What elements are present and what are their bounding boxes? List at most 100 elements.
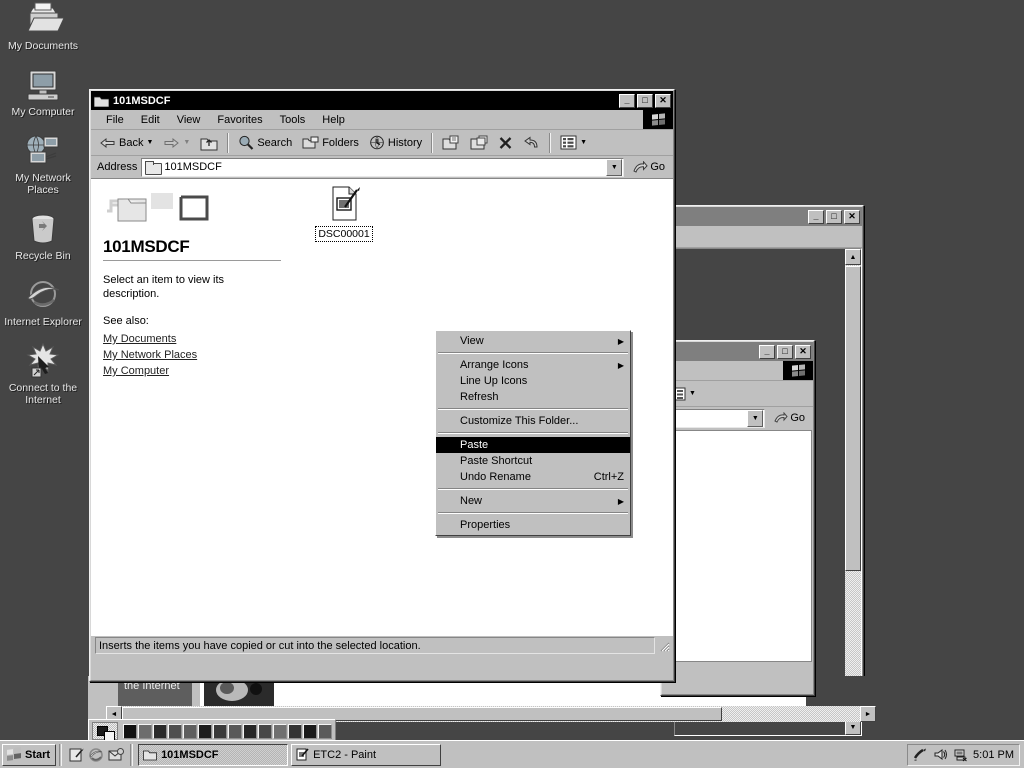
outlook-express-icon[interactable] bbox=[108, 747, 125, 763]
folders-button[interactable]: Folders bbox=[298, 134, 363, 152]
resize-grip[interactable] bbox=[657, 639, 671, 653]
bg1-minimize-button[interactable]: _ bbox=[808, 209, 824, 224]
move-to-button[interactable] bbox=[438, 133, 464, 153]
bg2-go-button[interactable]: Go bbox=[769, 412, 810, 424]
explorer-titlebar[interactable]: 101MSDCF _ □ ✕ bbox=[91, 91, 673, 110]
sidebar-link-my-computer[interactable]: My Computer bbox=[103, 365, 279, 377]
bg2-titlebar[interactable]: _ □ ✕ bbox=[662, 342, 813, 361]
file-item-dsc00001[interactable]: DSC00001 bbox=[307, 185, 381, 242]
context-menu-item-new[interactable]: New ▶ bbox=[436, 493, 630, 509]
bg1-close-button[interactable]: ✕ bbox=[844, 209, 860, 224]
paint-swatch-row[interactable] bbox=[123, 723, 332, 739]
palette-swatch[interactable] bbox=[318, 723, 332, 739]
taskbar-button-etc2-paint[interactable]: ETC2 - Paint bbox=[291, 743, 442, 766]
context-menu-item-paste[interactable]: Paste bbox=[436, 437, 630, 453]
desktop-icon-my-network-places[interactable]: My Network Places bbox=[4, 132, 82, 196]
internet-explorer-icon[interactable] bbox=[88, 747, 104, 763]
palette-swatch[interactable] bbox=[123, 723, 137, 739]
desktop-icon-my-documents[interactable]: My Documents bbox=[4, 0, 82, 52]
quick-launch-bar[interactable] bbox=[65, 747, 127, 763]
taskbar-clock[interactable]: 5:01 PM bbox=[973, 749, 1014, 761]
palette-swatch[interactable] bbox=[183, 723, 197, 739]
explorer-minimize-button[interactable]: _ bbox=[619, 93, 635, 108]
context-menu-item-undo-rename[interactable]: Undo Rename Ctrl+Z bbox=[436, 469, 630, 485]
bg2-address-dropdown-icon[interactable]: ▼ bbox=[747, 409, 764, 427]
delete-button[interactable] bbox=[494, 134, 517, 152]
paint-scroll-right-button[interactable]: ► bbox=[860, 706, 876, 722]
palette-swatch[interactable] bbox=[168, 723, 182, 739]
context-menu-item-properties[interactable]: Properties bbox=[436, 517, 630, 533]
context-menu-item-arrange-icons[interactable]: Arrange Icons ▶ bbox=[436, 357, 630, 373]
paint-tray-icon[interactable] bbox=[913, 747, 928, 762]
bg2-address-bar[interactable]: ▼ Go bbox=[662, 407, 813, 429]
sidebar-link-my-documents[interactable]: My Documents bbox=[103, 333, 279, 345]
menu-help[interactable]: Help bbox=[315, 112, 352, 128]
context-menu-item-customize-this-folder[interactable]: Customize This Folder... bbox=[436, 413, 630, 429]
bg2-close-button[interactable]: ✕ bbox=[795, 344, 811, 359]
forward-button[interactable]: ▼ bbox=[159, 134, 194, 152]
back-button[interactable]: Back ▼ bbox=[95, 134, 157, 152]
palette-swatch[interactable] bbox=[228, 723, 242, 739]
palette-swatch[interactable] bbox=[138, 723, 152, 739]
context-menu-item-refresh[interactable]: Refresh bbox=[436, 389, 630, 405]
forward-dropdown-icon[interactable]: ▼ bbox=[183, 139, 190, 146]
palette-swatch[interactable] bbox=[288, 723, 302, 739]
menu-edit[interactable]: Edit bbox=[134, 112, 167, 128]
explorer-maximize-button[interactable]: □ bbox=[637, 93, 653, 108]
context-menu-item-view[interactable]: View ▶ bbox=[436, 333, 630, 349]
bg2-address-input[interactable]: ▼ bbox=[665, 408, 766, 428]
show-desktop-icon[interactable] bbox=[68, 747, 84, 763]
palette-swatch[interactable] bbox=[303, 723, 317, 739]
menu-view[interactable]: View bbox=[170, 112, 208, 128]
taskbar[interactable]: Start 101MSDCF ETC2 - Paint 5:01 PM bbox=[0, 740, 1024, 768]
up-button[interactable] bbox=[196, 133, 222, 153]
context-menu-item-line-up-icons[interactable]: Line Up Icons bbox=[436, 373, 630, 389]
menu-favorites[interactable]: Favorites bbox=[210, 112, 269, 128]
context-menu-item-paste-shortcut[interactable]: Paste Shortcut bbox=[436, 453, 630, 469]
bg2-maximize-button[interactable]: □ bbox=[777, 344, 793, 359]
palette-swatch[interactable] bbox=[213, 723, 227, 739]
explorer-toolbar[interactable]: Back ▼ ▼ Search Folders History ▼ bbox=[91, 130, 673, 156]
task-button-list[interactable]: 101MSDCF ETC2 - Paint bbox=[136, 743, 907, 766]
desktop-icon-recycle-bin[interactable]: Recycle Bin bbox=[4, 210, 82, 262]
explorer-address-bar[interactable]: Address 101MSDCF ▼ Go bbox=[91, 156, 673, 178]
go-button[interactable]: Go bbox=[628, 160, 670, 174]
desktop-icon-my-computer[interactable]: My Computer bbox=[4, 66, 82, 118]
views-dropdown-icon[interactable]: ▼ bbox=[580, 139, 587, 146]
address-dropdown-icon[interactable]: ▼ bbox=[606, 158, 623, 176]
address-input[interactable]: 101MSDCF ▼ bbox=[141, 157, 625, 177]
menu-file[interactable]: File bbox=[99, 112, 131, 128]
bg1-scroll-thumb[interactable] bbox=[845, 266, 861, 571]
network-icon[interactable] bbox=[953, 747, 968, 762]
volume-icon[interactable] bbox=[933, 747, 948, 762]
bg1-scroll-up-button[interactable]: ▲ bbox=[845, 249, 861, 265]
bg1-titlebar[interactable]: _ □ ✕ bbox=[674, 207, 862, 226]
taskbar-button-101msdcf[interactable]: 101MSDCF bbox=[138, 743, 289, 766]
sidebar-link-my-network-places[interactable]: My Network Places bbox=[103, 349, 279, 361]
history-button[interactable]: History bbox=[365, 133, 426, 152]
bg1-vertical-scrollbar[interactable]: ▲ ▼ bbox=[845, 249, 861, 735]
bg1-maximize-button[interactable]: □ bbox=[826, 209, 842, 224]
search-button[interactable]: Search bbox=[234, 133, 296, 152]
folder-context-menu[interactable]: View ▶ Arrange Icons ▶ Line Up Icons Refresh C… bbox=[435, 330, 631, 536]
undo-button[interactable] bbox=[519, 134, 544, 152]
palette-swatch[interactable] bbox=[243, 723, 257, 739]
menu-tools[interactable]: Tools bbox=[273, 112, 313, 128]
back-dropdown-icon[interactable]: ▼ bbox=[146, 139, 153, 146]
system-tray[interactable]: 5:01 PM bbox=[907, 743, 1020, 766]
views-button[interactable]: ▼ bbox=[556, 133, 591, 152]
paint-current-colors-swatch[interactable] bbox=[92, 722, 118, 741]
bg2-minimize-button[interactable]: _ bbox=[759, 344, 775, 359]
palette-swatch[interactable] bbox=[258, 723, 272, 739]
copy-to-button[interactable] bbox=[466, 133, 492, 153]
start-button[interactable]: Start bbox=[2, 743, 57, 766]
background-window-2[interactable]: _ □ ✕ ▼ ▼ Go bbox=[660, 340, 815, 696]
palette-swatch[interactable] bbox=[198, 723, 212, 739]
desktop-icon-connect-to-internet[interactable]: Connect to the Internet bbox=[4, 342, 82, 406]
palette-swatch[interactable] bbox=[273, 723, 287, 739]
explorer-menubar[interactable]: File Edit View Favorites Tools Help bbox=[91, 110, 673, 130]
bg2-toolbar[interactable]: ▼ bbox=[662, 381, 813, 407]
explorer-close-button[interactable]: ✕ bbox=[655, 93, 671, 108]
palette-swatch[interactable] bbox=[153, 723, 167, 739]
desktop-icon-internet-explorer[interactable]: Internet Explorer bbox=[4, 276, 82, 328]
